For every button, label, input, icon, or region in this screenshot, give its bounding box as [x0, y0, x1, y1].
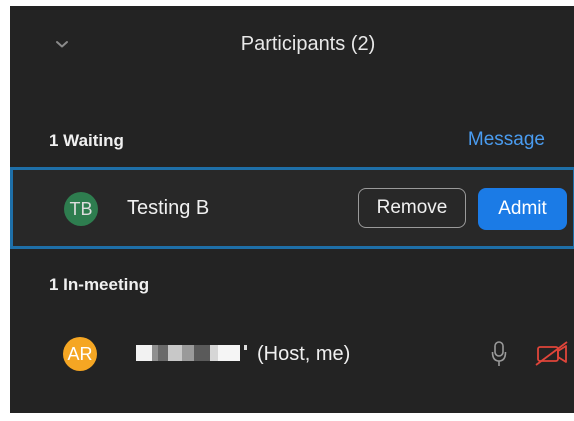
video-off-icon[interactable] [534, 340, 574, 368]
microphone-icon[interactable] [490, 340, 508, 368]
message-link[interactable]: Message [468, 129, 545, 151]
participant-name-suffix: (Host, me) [257, 343, 351, 365]
participant-name: Testing B [127, 197, 210, 219]
panel-header: Participants (2) [10, 6, 574, 84]
redacted-name [136, 345, 248, 361]
admit-button[interactable]: Admit [478, 188, 567, 230]
waiting-section-label: 1 Waiting [49, 131, 124, 150]
panel-title: Participants (2) [240, 33, 376, 55]
participants-panel: Participants (2) 1 Waiting Message TB Te… [10, 6, 574, 413]
remove-button[interactable]: Remove [358, 188, 466, 228]
avatar: TB [64, 192, 98, 226]
in-meeting-section-label: 1 In-meeting [49, 275, 150, 294]
waiting-participant-row: TB Testing B Remove Admit [10, 167, 574, 249]
avatar: AR [63, 337, 97, 371]
